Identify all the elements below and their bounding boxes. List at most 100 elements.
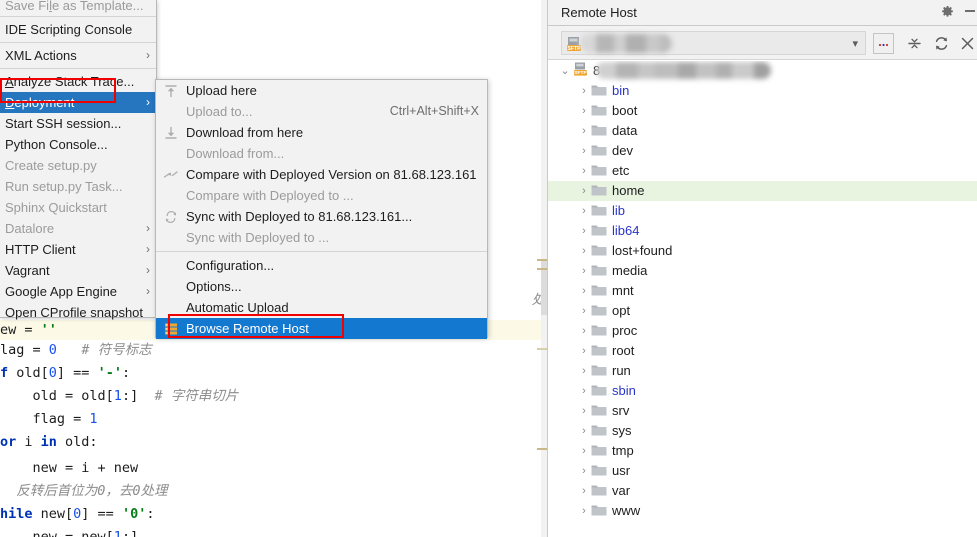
expand-arrow-icon[interactable]: ›	[577, 421, 591, 441]
server-select[interactable]: SFTP ▾	[561, 31, 866, 55]
expand-arrow-icon[interactable]: ›	[577, 361, 591, 381]
tree-node-www[interactable]: › www	[548, 501, 977, 521]
expand-arrow-icon[interactable]: ›	[577, 381, 591, 401]
menu-item-ide-scripting-console[interactable]: IDE Scripting Console	[0, 19, 156, 40]
expand-arrow-icon[interactable]: ›	[577, 101, 591, 121]
expand-arrow-icon[interactable]: ›	[577, 181, 591, 201]
tree-node-label: boot	[612, 103, 638, 118]
expand-arrow-icon[interactable]: ›	[577, 321, 591, 341]
menu-item-deployment[interactable]: Deployment ›	[0, 92, 156, 113]
code-token: # 符号标志	[81, 342, 152, 358]
expand-arrow-icon[interactable]: ›	[577, 461, 591, 481]
submenu-arrow-icon: ›	[146, 242, 150, 256]
remote-file-tree[interactable]: ⌄SFTP8›bin›boot›data›dev›etc›home›lib›li…	[548, 61, 977, 537]
menu-item-label: Create setup.py	[5, 158, 97, 173]
tree-node-opt[interactable]: › opt	[548, 301, 977, 321]
more-options-button[interactable]	[873, 33, 894, 54]
menu-item-xml-actions[interactable]: XML Actions ›	[0, 45, 156, 66]
expand-arrow-icon[interactable]: ›	[577, 441, 591, 461]
expand-arrow-icon[interactable]: ⌄	[558, 61, 572, 81]
folder-icon	[591, 344, 607, 357]
folder-icon	[591, 124, 607, 137]
menu-item-analyze-stack-trace[interactable]: Analyze Stack Trace...	[0, 71, 156, 92]
tree-node-etc[interactable]: › etc	[548, 161, 977, 181]
tree-node-home[interactable]: › home	[548, 181, 977, 201]
tree-node-lib64[interactable]: › lib64	[548, 221, 977, 241]
menu-item-vagrant[interactable]: Vagrant ›	[0, 260, 156, 281]
expand-arrow-icon[interactable]: ›	[577, 141, 591, 161]
tree-node-media[interactable]: › media	[548, 261, 977, 281]
tree-node-root[interactable]: › root	[548, 341, 977, 361]
code-line: or i in old:	[0, 432, 541, 452]
tree-node-label: run	[612, 363, 631, 378]
submenu-item-automatic-upload[interactable]: Automatic Upload	[156, 297, 487, 318]
refresh-button[interactable]	[931, 33, 952, 54]
tree-node-label: lost+found	[612, 243, 673, 258]
submenu-item-compare-with-deployed-version-on-81-68-123-161[interactable]: Compare with Deployed Version on 81.68.1…	[156, 164, 487, 185]
expand-arrow-icon[interactable]: ›	[577, 81, 591, 101]
context-menu[interactable]: Save File as Template... IDE Scripting Co…	[0, 0, 157, 320]
expand-arrow-icon[interactable]: ›	[577, 121, 591, 141]
code-token: # 字符串切片	[154, 388, 239, 404]
code-token: 0	[48, 342, 57, 358]
tree-node-proc[interactable]: › proc	[548, 321, 977, 341]
code-token: new = i + new	[0, 460, 139, 476]
folder-icon	[591, 324, 607, 337]
expand-arrow-icon[interactable]: ›	[577, 481, 591, 501]
expand-arrow-icon[interactable]: ›	[577, 221, 591, 241]
tree-node-sys[interactable]: › sys	[548, 421, 977, 441]
tree-node-data[interactable]: › data	[548, 121, 977, 141]
submenu-arrow-icon: ›	[146, 263, 150, 277]
menu-item-start-ssh-session[interactable]: Start SSH session...	[0, 113, 156, 134]
menu-item-google-app-engine[interactable]: Google App Engine ›	[0, 281, 156, 302]
tree-node-srv[interactable]: › srv	[548, 401, 977, 421]
gear-icon[interactable]	[940, 5, 955, 20]
expand-arrow-icon[interactable]: ›	[577, 161, 591, 181]
menu-item-label: Google App Engine	[5, 284, 118, 299]
tree-node-run[interactable]: › run	[548, 361, 977, 381]
tree-node-dev[interactable]: › dev	[548, 141, 977, 161]
tree-node-tmp[interactable]: › tmp	[548, 441, 977, 461]
code-token: :	[146, 506, 155, 522]
expand-arrow-icon[interactable]: ›	[577, 501, 591, 521]
submenu-item-upload-here[interactable]: Upload here	[156, 80, 487, 101]
deployment-submenu[interactable]: Upload here Upload to... Ctrl+Alt+Shift+X D…	[155, 79, 488, 339]
expand-arrow-icon[interactable]: ›	[577, 201, 591, 221]
expand-arrow-icon[interactable]: ›	[577, 301, 591, 321]
menu-item-label: Python Console...	[5, 137, 108, 152]
tree-node-usr[interactable]: › usr	[548, 461, 977, 481]
tree-node-bin[interactable]: › bin	[548, 81, 977, 101]
submenu-item-options[interactable]: Options...	[156, 276, 487, 297]
folder-icon	[591, 484, 607, 497]
submenu-item-download-from-here[interactable]: Download from here	[156, 122, 487, 143]
expand-arrow-icon[interactable]: ›	[577, 241, 591, 261]
expand-arrow-icon[interactable]: ›	[577, 261, 591, 281]
folder-icon	[591, 204, 607, 217]
menu-item-open-cprofile-snapshot[interactable]: Open CProfile snapshot	[0, 302, 156, 323]
tree-node-lib[interactable]: › lib	[548, 201, 977, 221]
collapse-all-button[interactable]	[904, 33, 925, 54]
tree-root-node[interactable]: ⌄SFTP8	[548, 61, 977, 81]
hide-icon[interactable]	[965, 10, 975, 12]
submenu-item-configuration[interactable]: Configuration...	[156, 255, 487, 276]
close-button[interactable]	[957, 33, 977, 54]
code-token: or	[0, 434, 17, 450]
expand-arrow-icon[interactable]: ›	[577, 341, 591, 361]
code-token: '0'	[121, 506, 147, 522]
tree-node-mnt[interactable]: › mnt	[548, 281, 977, 301]
menu-item-http-client[interactable]: HTTP Client ›	[0, 239, 156, 260]
remote-host-tool-window[interactable]: Remote Host SFTP ▾ ⌄ SFTP › bin › boot ›…	[547, 0, 977, 537]
submenu-item-browse-remote-host[interactable]: Browse Remote Host	[156, 318, 487, 339]
menu-item-python-console[interactable]: Python Console...	[0, 134, 156, 155]
expand-arrow-icon[interactable]: ›	[577, 401, 591, 421]
tree-node-var[interactable]: › var	[548, 481, 977, 501]
tree-node-sbin[interactable]: › sbin	[548, 381, 977, 401]
submenu-item-label: Download from...	[186, 146, 285, 161]
tree-node-label: root	[612, 343, 635, 358]
tree-node-boot[interactable]: › boot	[548, 101, 977, 121]
tree-node-lost-found[interactable]: › lost+found	[548, 241, 977, 261]
chevron-down-icon[interactable]: ▾	[852, 37, 858, 50]
expand-arrow-icon[interactable]: ›	[577, 281, 591, 301]
code-token: 反转后首位为0，去0处理	[0, 483, 168, 499]
submenu-item-sync-with-deployed-to-81-68-123-161[interactable]: Sync with Deployed to 81.68.123.161...	[156, 206, 487, 227]
